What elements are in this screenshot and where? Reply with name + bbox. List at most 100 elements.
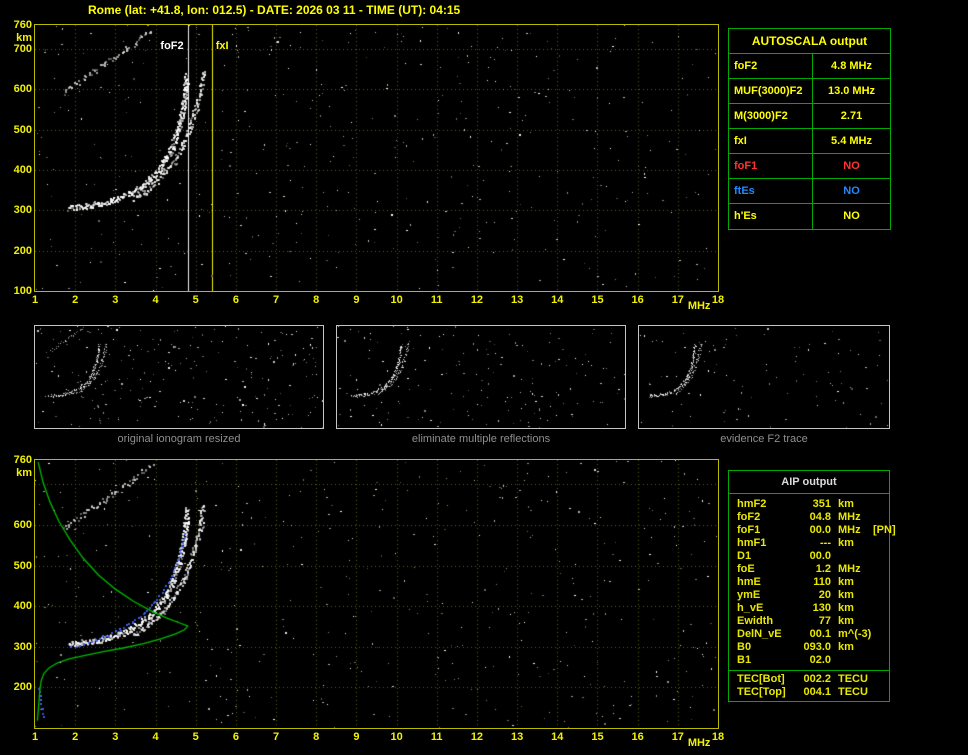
y-tick-label: 200 bbox=[13, 681, 32, 694]
aip-param-label: TEC[Bot] bbox=[737, 673, 785, 685]
aip-param-value: 00.0 bbox=[809, 524, 831, 536]
autoscala-app-screen: Rome (lat: +41.8, lon: 012.5) - DATE: 20… bbox=[0, 0, 968, 755]
aip-param-label: DelN_vE bbox=[737, 628, 782, 640]
autoscala-param-label: MUF(3000)F2 bbox=[729, 79, 813, 104]
autoscala-param-label: h'Es bbox=[729, 204, 813, 229]
y-tick-label: 500 bbox=[13, 123, 32, 136]
aip-param-label: TEC[Top] bbox=[737, 686, 786, 698]
panel-eliminate-multiples-canvas bbox=[336, 325, 626, 429]
aip-param-label: hmF2 bbox=[737, 498, 767, 510]
autoscala-param-value: 2.71 bbox=[840, 110, 863, 122]
table-row: foF1 00.0 MHz [PN] bbox=[737, 524, 896, 537]
x-tick-label: 7 bbox=[272, 294, 280, 306]
top-ionogram-canvas bbox=[34, 24, 719, 292]
y-tick-label: 300 bbox=[13, 204, 32, 217]
table-row: MUF(3000)F2 13.0 MHz bbox=[729, 79, 890, 104]
x-tick-label: 16 bbox=[631, 294, 644, 306]
table-row: h'Es NO bbox=[729, 204, 890, 229]
aip-param-note bbox=[873, 673, 887, 686]
x-axis-unit-label: MHz bbox=[687, 300, 711, 312]
table-row: foE 1.2 MHz bbox=[737, 563, 887, 576]
aip-param-note bbox=[873, 576, 887, 589]
x-tick-label: 3 bbox=[112, 294, 119, 306]
autoscala-table-title: AUTOSCALA output bbox=[729, 29, 890, 54]
autoscala-param-value: 5.4 MHz bbox=[831, 135, 872, 147]
aip-param-note bbox=[873, 589, 887, 602]
x-tick-label: 14 bbox=[551, 731, 564, 743]
table-row: ftEs NO bbox=[729, 179, 890, 204]
x-tick-label: 8 bbox=[313, 294, 320, 306]
aip-param-unit: km bbox=[838, 589, 854, 601]
aip-param-value: 02.0 bbox=[809, 654, 831, 666]
aip-param-value: 1.2 bbox=[815, 563, 831, 575]
x-tick-label: 12 bbox=[470, 294, 484, 306]
table-row: DelN_vE 00.1 m^(-3) bbox=[737, 628, 887, 641]
aip-param-value: 130 bbox=[812, 602, 831, 614]
aip-param-note bbox=[873, 686, 887, 699]
x-tick-label: 3 bbox=[112, 731, 119, 743]
autoscala-param-value: NO bbox=[843, 210, 860, 222]
x-tick-label: 17 bbox=[671, 294, 684, 306]
aip-param-label: ymE bbox=[737, 589, 761, 601]
aip-param-label: foF1 bbox=[737, 524, 761, 536]
aip-param-value: --- bbox=[820, 537, 831, 549]
panel-original-ionogram-canvas bbox=[34, 325, 324, 429]
aip-param-value: 004.1 bbox=[803, 686, 831, 698]
aip-param-note bbox=[873, 602, 887, 615]
aip-param-note bbox=[873, 537, 887, 550]
table-row: B0 093.0 km bbox=[737, 641, 887, 654]
aip-param-label: foF2 bbox=[737, 511, 761, 523]
y-tick-label: 600 bbox=[13, 83, 32, 96]
y-tick-label: 200 bbox=[13, 244, 32, 257]
aip-param-unit bbox=[831, 550, 873, 563]
y-tick-label: 600 bbox=[13, 518, 32, 531]
table-row: foF2 4.8 MHz bbox=[729, 54, 890, 79]
aip-param-unit: m^(-3) bbox=[838, 628, 872, 640]
table-row: foF1 NO bbox=[729, 154, 890, 179]
x-tick-label: 6 bbox=[232, 294, 239, 306]
panel-caption-eliminate-multiples: eliminate multiple reflections bbox=[411, 433, 551, 445]
autoscala-param-label: foF1 bbox=[729, 154, 813, 179]
aip-param-unit: km bbox=[838, 576, 854, 588]
aip-param-value: 20 bbox=[818, 589, 831, 601]
x-tick-label: 17 bbox=[671, 731, 684, 743]
y-tick-label: 500 bbox=[13, 559, 32, 572]
aip-param-unit: km bbox=[838, 498, 854, 510]
table-row: foF2 04.8 MHz bbox=[737, 511, 887, 524]
aip-param-label: Ewidth bbox=[737, 615, 774, 627]
autoscala-param-value: 4.8 MHz bbox=[831, 60, 872, 72]
aip-param-unit: MHz bbox=[838, 511, 861, 523]
aip-param-note bbox=[873, 641, 887, 654]
y-tick-label: 760 bbox=[13, 19, 32, 31]
foF2-marker-label: foF2 bbox=[160, 40, 184, 52]
aip-param-label: foE bbox=[737, 563, 755, 575]
aip-param-note bbox=[873, 615, 887, 628]
table-row: TEC[Top] 004.1 TECU bbox=[737, 686, 887, 699]
aip-param-value: 00.1 bbox=[809, 628, 831, 640]
aip-param-value: 093.0 bbox=[803, 641, 831, 653]
x-tick-label: 9 bbox=[353, 294, 360, 306]
aip-param-note: [PN] bbox=[873, 524, 896, 536]
x-tick-label: 15 bbox=[591, 294, 604, 306]
y-tick-label: 700 bbox=[13, 43, 32, 56]
autoscala-param-value: NO bbox=[843, 160, 860, 172]
aip-param-value: 77 bbox=[818, 615, 831, 627]
y-axis-unit-label: km bbox=[16, 32, 32, 44]
table-row: D1 00.0 bbox=[737, 550, 887, 563]
aip-param-unit bbox=[831, 654, 873, 667]
x-tick-label: 13 bbox=[510, 294, 524, 306]
y-tick-label: 400 bbox=[13, 164, 32, 177]
aip-param-value: 00.0 bbox=[809, 550, 831, 562]
aip-param-unit: km bbox=[838, 602, 854, 614]
aip-param-unit: TECU bbox=[838, 686, 868, 698]
aip-param-label: B1 bbox=[737, 654, 752, 666]
x-tick-label: 11 bbox=[430, 294, 443, 306]
table-row: hmE 110 km bbox=[737, 576, 887, 589]
bottom-ionogram-canvas bbox=[34, 459, 719, 729]
aip-param-note bbox=[873, 511, 887, 524]
aip-param-value: 351 bbox=[812, 498, 831, 510]
y-tick-label: 100 bbox=[13, 285, 32, 297]
x-tick-label: 5 bbox=[192, 731, 199, 743]
autoscala-param-label: ftEs bbox=[729, 179, 813, 204]
x-tick-label: 7 bbox=[272, 731, 280, 743]
